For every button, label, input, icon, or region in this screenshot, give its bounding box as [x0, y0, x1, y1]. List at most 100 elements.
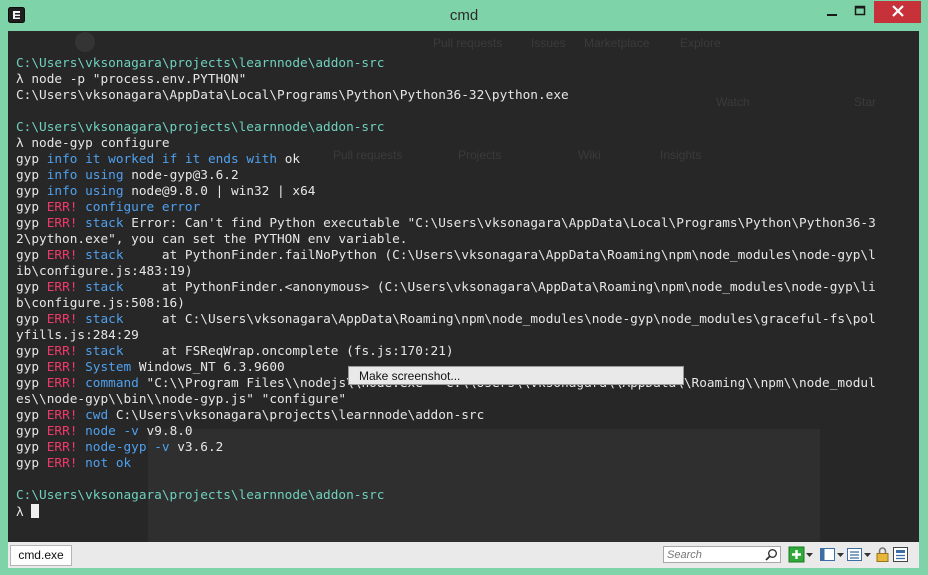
- split-view-icon[interactable]: [819, 546, 836, 563]
- terminal-text: node -v: [85, 424, 139, 439]
- terminal-line: 2\python.exe", you can set the PYTHON en…: [16, 232, 916, 248]
- close-button[interactable]: [874, 1, 921, 23]
- terminal-text: cwd: [85, 408, 109, 423]
- terminal-text: v3.6.2: [169, 440, 224, 455]
- terminal-line: yfills.js:284:29: [16, 328, 916, 344]
- terminal-line: gyp info using node@9.8.0 | win32 | x64: [16, 184, 916, 200]
- terminal-text: gyp: [16, 184, 47, 199]
- terminal-text: λ node -p "process.env.PYTHON": [16, 72, 247, 87]
- close-icon: [891, 5, 904, 17]
- terminal-text: v9.8.0: [138, 424, 193, 439]
- terminal-text: gyp: [16, 152, 47, 167]
- terminal-text: gyp: [16, 440, 47, 455]
- terminal-text: ERR!: [46, 280, 78, 295]
- terminal-line: λ: [16, 504, 916, 520]
- list-dropdown-icon[interactable]: [863, 546, 872, 563]
- terminal-text: ERR!: [46, 248, 78, 263]
- terminal-line: gyp ERR! stack at PythonFinder.<anonymou…: [16, 280, 916, 296]
- terminal-text: yfills.js:284:29: [16, 328, 139, 343]
- make-screenshot-menu-item[interactable]: Make screenshot...: [359, 369, 460, 383]
- terminal-text: stack: [85, 248, 124, 263]
- terminal-area[interactable]: Pull requests Issues Marketplace Explore…: [8, 31, 919, 542]
- terminal-line: gyp ERR! stack at FSReqWrap.oncomplete (…: [16, 344, 916, 360]
- terminal-line: gyp ERR! stack Error: Can't find Python …: [16, 216, 916, 232]
- terminal-text: gyp: [16, 424, 47, 439]
- terminal-text: using: [85, 168, 124, 183]
- title-bar[interactable]: cmd: [0, 0, 928, 31]
- terminal-line: C:\Users\vksonagara\projects\learnnode\a…: [16, 488, 916, 504]
- terminal-text: ERR!: [46, 376, 78, 391]
- terminal-text: gyp: [16, 456, 47, 471]
- terminal-line: gyp ERR! node-gyp -v v3.6.2: [16, 440, 916, 456]
- status-bar: cmd.exe: [8, 542, 919, 568]
- panel-view-icon[interactable]: [892, 546, 909, 563]
- terminal-text: λ: [16, 505, 32, 520]
- terminal-text: gyp: [16, 168, 47, 183]
- terminal-text: ERR!: [46, 312, 78, 327]
- terminal-text: info: [46, 184, 78, 199]
- list-view-icon[interactable]: [846, 546, 863, 563]
- terminal-text: gyp: [16, 360, 47, 375]
- split-dropdown-icon[interactable]: [836, 546, 845, 563]
- terminal-text: C:\Users\vksonagara\projects\learnnode\a…: [16, 120, 385, 135]
- terminal-text: node-gyp -v: [85, 440, 170, 455]
- search-box[interactable]: [663, 546, 781, 563]
- terminal-text: node@9.8.0 | win32 | x64: [123, 184, 316, 199]
- terminal-line: gyp ERR! stack at PythonFinder.failNoPyt…: [16, 248, 916, 264]
- maximize-button[interactable]: [846, 1, 873, 23]
- ghost-nav-marketplace: Marketplace: [584, 36, 650, 50]
- terminal-text: Windows_NT 6.3.9600: [131, 360, 285, 375]
- window-title: cmd: [449, 7, 479, 24]
- tab-cmd-exe[interactable]: cmd.exe: [10, 545, 72, 566]
- terminal-text: es\\node-gyp\\bin\\node-gyp.js" "configu…: [16, 392, 347, 407]
- terminal-text: ERR!: [46, 360, 78, 375]
- terminal-text: gyp: [16, 408, 47, 423]
- new-console-dropdown-icon[interactable]: [805, 546, 814, 563]
- terminal-line: gyp ERR! configure error: [16, 200, 916, 216]
- terminal-line: gyp ERR! node -v v9.8.0: [16, 424, 916, 440]
- terminal-text: gyp: [16, 312, 47, 327]
- terminal-line: C:\Users\vksonagara\projects\learnnode\a…: [16, 56, 916, 72]
- terminal-text: stack: [85, 216, 124, 231]
- terminal-text: gyp: [16, 344, 47, 359]
- terminal-text: at PythonFinder.<anonymous> (C:\Users\vk…: [123, 280, 876, 295]
- terminal-text: λ node-gyp configure: [16, 136, 170, 151]
- terminal-text: ok: [277, 152, 301, 167]
- terminal-output: C:\Users\vksonagara\projects\learnnode\a…: [16, 56, 916, 520]
- terminal-line: ib\configure.js:483:19): [16, 264, 916, 280]
- new-console-icon[interactable]: [788, 546, 805, 563]
- terminal-text: using: [85, 184, 124, 199]
- terminal-line: gyp ERR! cwd C:\Users\vksonagara\project…: [16, 408, 916, 424]
- terminal-text: info: [46, 152, 78, 167]
- context-menu[interactable]: Make screenshot...: [348, 366, 684, 385]
- terminal-line: C:\Users\vksonagara\projects\learnnode\a…: [16, 120, 916, 136]
- terminal-text: at C:\Users\vksonagara\AppData\Roaming\n…: [123, 312, 876, 327]
- terminal-line: gyp info it worked if it ends with ok: [16, 152, 916, 168]
- terminal-line: b\configure.js:508:16): [16, 296, 916, 312]
- search-input[interactable]: [667, 548, 763, 561]
- terminal-line: C:\Users\vksonagara\AppData\Local\Progra…: [16, 88, 916, 104]
- terminal-text: C:\Users\vksonagara\projects\learnnode\a…: [16, 56, 385, 71]
- lock-icon[interactable]: [874, 546, 891, 563]
- terminal-text: at PythonFinder.failNoPython (C:\Users\v…: [123, 248, 876, 263]
- terminal-line: gyp ERR! stack at C:\Users\vksonagara\Ap…: [16, 312, 916, 328]
- minimize-icon: [826, 14, 837, 16]
- search-icon[interactable]: [765, 548, 778, 561]
- terminal-text: ERR!: [46, 424, 78, 439]
- minimize-button[interactable]: [817, 1, 846, 23]
- terminal-text: stack: [85, 312, 124, 327]
- terminal-text: gyp: [16, 216, 47, 231]
- terminal-text: ERR!: [46, 408, 78, 423]
- terminal-text: gyp: [16, 280, 47, 295]
